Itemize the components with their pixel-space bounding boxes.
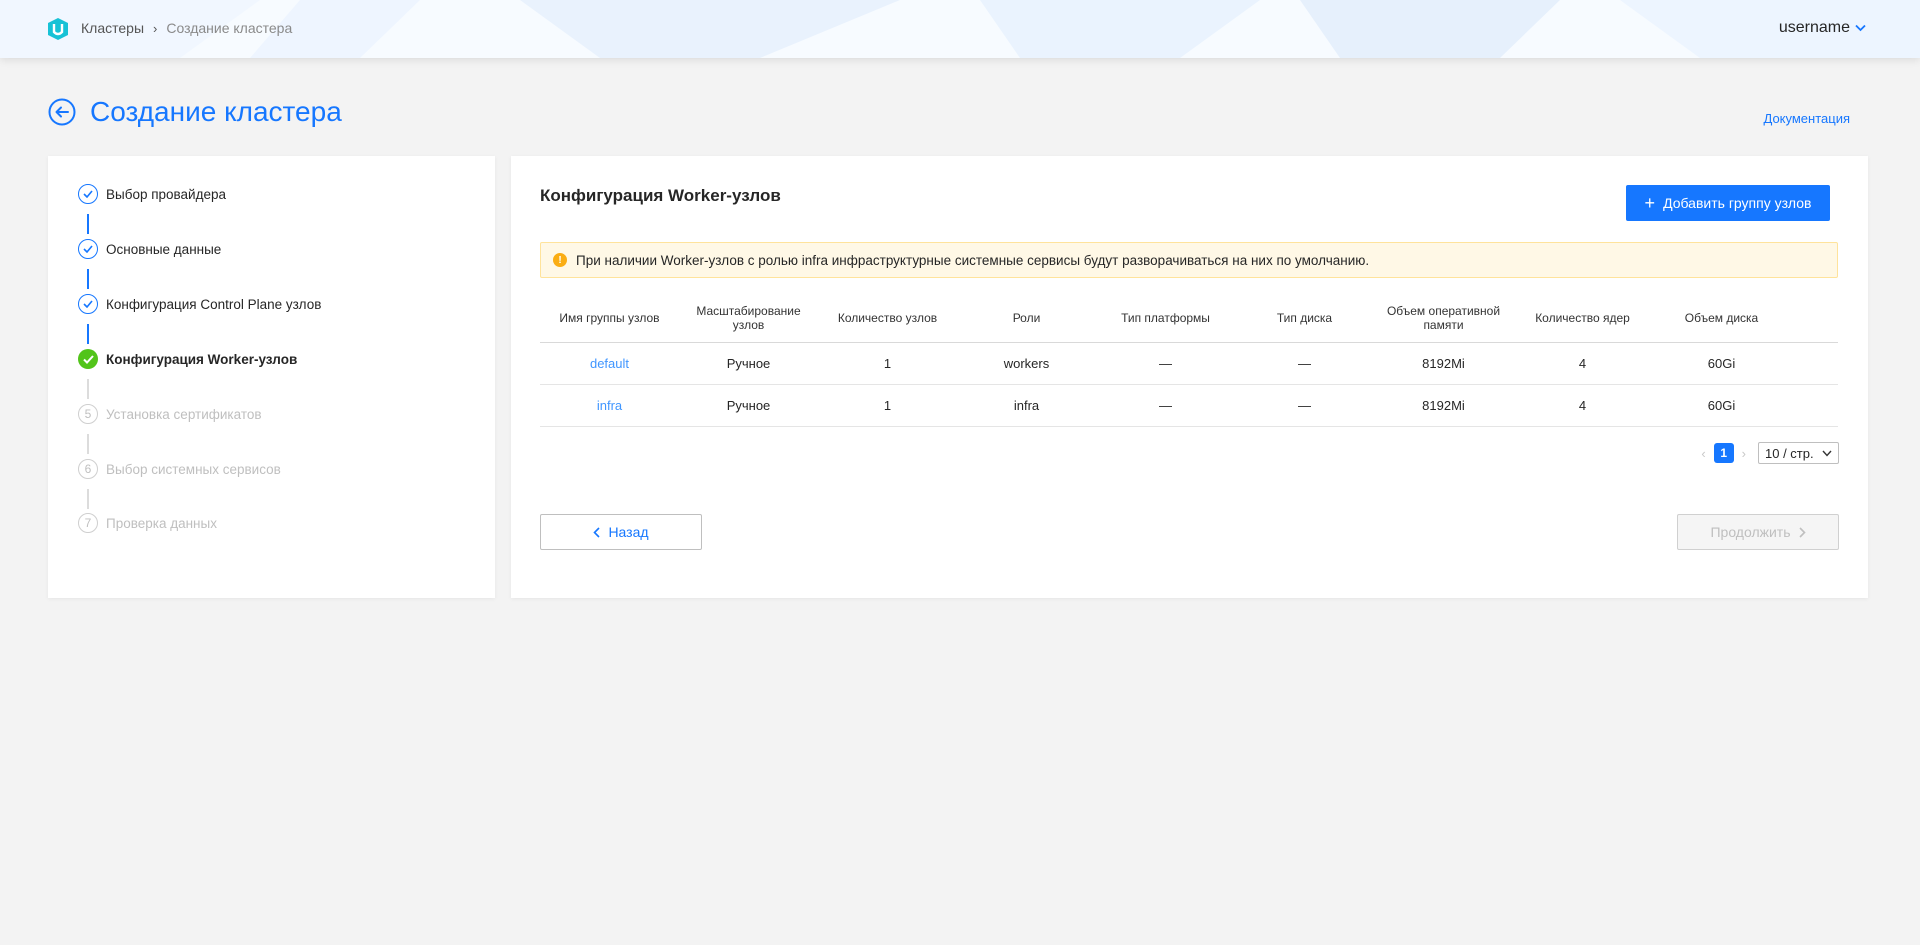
table-cell: Ручное [679,342,818,385]
continue-button[interactable]: Продолжить [1677,514,1839,550]
chevron-right-icon [1798,526,1806,538]
table-cell: — [1096,384,1235,427]
step-number: 7 [78,513,98,533]
exclamation-icon: ! [553,253,567,267]
breadcrumb-clusters-link[interactable]: Кластеры [81,20,144,36]
breadcrumb: Кластеры › Создание кластера [81,20,292,36]
documentation-link[interactable]: Документация [1764,111,1851,126]
table-cell: infra [957,384,1096,427]
column-header: Тип диска [1235,294,1374,343]
step-label: Проверка данных [106,515,217,531]
table-cell: 4 [1513,342,1652,385]
back-button-label: Назад [608,524,649,540]
app-logo-icon[interactable] [47,17,69,41]
table-row: default Ручное 1 workers — — 8192Mi 4 60… [540,342,1838,385]
table-header-row: Имя группы узлов Масштабирование узлов К… [540,294,1838,343]
chevron-left-icon[interactable]: ‹ [1701,446,1705,461]
column-header: Объем диска [1652,294,1791,343]
step-basic-data[interactable]: Основные данные [78,239,221,259]
pagination: ‹ 1 › 10 / стр. [1701,442,1839,464]
step-label: Установка сертификатов [106,406,262,422]
table-cell: — [1235,342,1374,385]
worker-config-panel: Конфигурация Worker-узлов + Добавить гру… [511,156,1868,598]
info-alert: ! При наличии Worker-узлов с ролью infra… [540,242,1838,278]
add-node-group-button[interactable]: + Добавить группу узлов [1626,185,1830,221]
table-cell-empty [1791,384,1838,427]
column-header: Количество ядер [1513,294,1652,343]
page-size-select[interactable]: 10 / стр. [1758,442,1839,464]
table-row: infra Ручное 1 infra — — 8192Mi 4 60Gi [540,384,1838,427]
chevron-right-icon[interactable]: › [1742,446,1746,461]
column-header: Тип платформы [1096,294,1235,343]
add-node-group-label: Добавить группу узлов [1663,195,1812,211]
check-icon [78,184,98,204]
table-cell: workers [957,342,1096,385]
chevron-left-icon [593,526,601,538]
step-certificates: 5 Установка сертификатов [78,404,262,424]
table-cell: 1 [818,342,957,385]
page-header: Создание кластера [48,96,342,128]
step-system-services: 6 Выбор системных сервисов [78,459,281,479]
back-arrow-circle-icon[interactable] [48,98,76,126]
chevron-down-icon [1822,450,1832,457]
table-cell: 60Gi [1652,342,1791,385]
node-groups-table: Имя группы узлов Масштабирование узлов К… [540,294,1838,427]
column-header: Количество узлов [818,294,957,343]
top-header: Кластеры › Создание кластера username [0,0,1920,58]
chevron-down-icon [1855,24,1866,32]
step-label: Выбор системных сервисов [106,461,281,477]
column-header: Имя группы узлов [540,294,679,343]
step-provider[interactable]: Выбор провайдера [78,184,226,204]
table-cell-empty [1791,342,1838,385]
node-group-name-link[interactable]: infra [540,384,679,427]
username-label: username [1778,19,1850,36]
step-control-plane[interactable]: Конфигурация Control Plane узлов [78,294,321,314]
continue-button-label: Продолжить [1710,524,1791,540]
table-cell: 8192Mi [1374,342,1513,385]
step-connector [87,324,89,344]
step-worker-nodes[interactable]: Конфигурация Worker-узлов [78,349,297,369]
step-number: 5 [78,404,98,424]
wizard-steps-panel: Выбор провайдера Основные данные Конфигу… [48,156,495,598]
step-label: Конфигурация Worker-узлов [106,351,298,367]
table-cell: Ручное [679,384,818,427]
column-header: Масштабирование узлов [679,294,818,343]
back-button[interactable]: Назад [540,514,702,550]
table-cell: 8192Mi [1374,384,1513,427]
check-icon [78,349,98,369]
node-group-name-link[interactable]: default [540,342,679,385]
step-review: 7 Проверка данных [78,513,217,533]
page-size-value: 10 / стр. [1765,445,1814,461]
step-connector [87,269,89,289]
step-label: Выбор провайдера [106,186,227,202]
step-label: Конфигурация Control Plane узлов [106,296,322,312]
page-title: Создание кластера [90,96,342,127]
table-cell: 4 [1513,384,1652,427]
breadcrumb-current: Создание кластера [166,20,293,36]
table-cell: 1 [818,384,957,427]
user-menu[interactable]: username [1779,19,1866,37]
check-icon [78,294,98,314]
step-label: Основные данные [106,241,222,257]
breadcrumb-separator-icon: › [153,20,158,36]
column-header-empty [1791,294,1838,343]
table-cell: — [1096,342,1235,385]
section-title: Конфигурация Worker-узлов [540,186,781,205]
step-connector [87,214,89,234]
column-header: Объем оперативной памяти [1374,294,1513,343]
check-icon [78,239,98,259]
plus-icon: + [1644,193,1656,213]
table-cell: 60Gi [1652,384,1791,427]
step-connector [87,489,89,509]
step-connector [87,379,89,399]
table-cell: — [1235,384,1374,427]
alert-text: При наличии Worker-узлов с ролью infra и… [576,252,1370,268]
column-header: Роли [957,294,1096,343]
page-button-current[interactable]: 1 [1713,443,1734,463]
step-connector [87,434,89,454]
step-number: 6 [78,459,98,479]
